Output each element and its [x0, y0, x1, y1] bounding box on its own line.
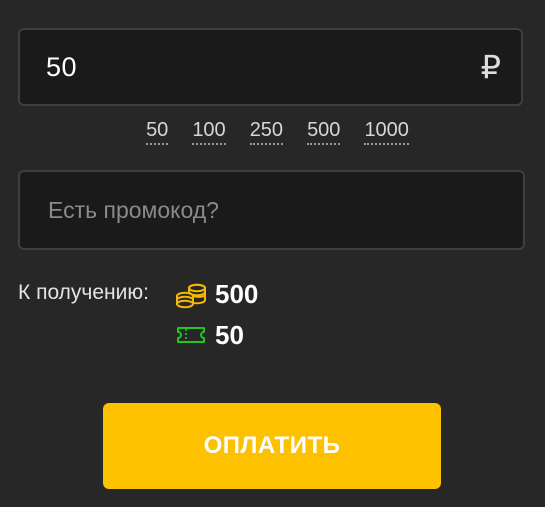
coins-amount: 500	[215, 278, 259, 309]
amount-value[interactable]: 50	[46, 52, 77, 83]
receive-label: К получению:	[18, 281, 149, 304]
ticket-icon	[175, 319, 207, 351]
promo-code-field[interactable]	[18, 170, 525, 250]
preset-amount-250[interactable]: 250	[249, 118, 284, 145]
amount-presets: 50 100 250 500 1000	[0, 118, 545, 145]
promo-code-input[interactable]	[46, 195, 497, 225]
reward-coins: 500	[175, 278, 258, 310]
pay-button[interactable]: ОПЛАТИТЬ	[103, 403, 441, 489]
tickets-amount: 50	[215, 319, 244, 350]
ruble-currency-icon: ₽	[480, 48, 501, 86]
preset-amount-100[interactable]: 100	[192, 118, 226, 145]
amount-field[interactable]: 50 ₽	[18, 28, 523, 106]
preset-amount-50[interactable]: 50	[146, 118, 169, 145]
coins-icon	[175, 278, 207, 310]
preset-amount-500[interactable]: 500	[307, 118, 341, 145]
reward-tickets: 50	[175, 319, 244, 351]
preset-amount-1000[interactable]: 1000	[364, 118, 409, 145]
